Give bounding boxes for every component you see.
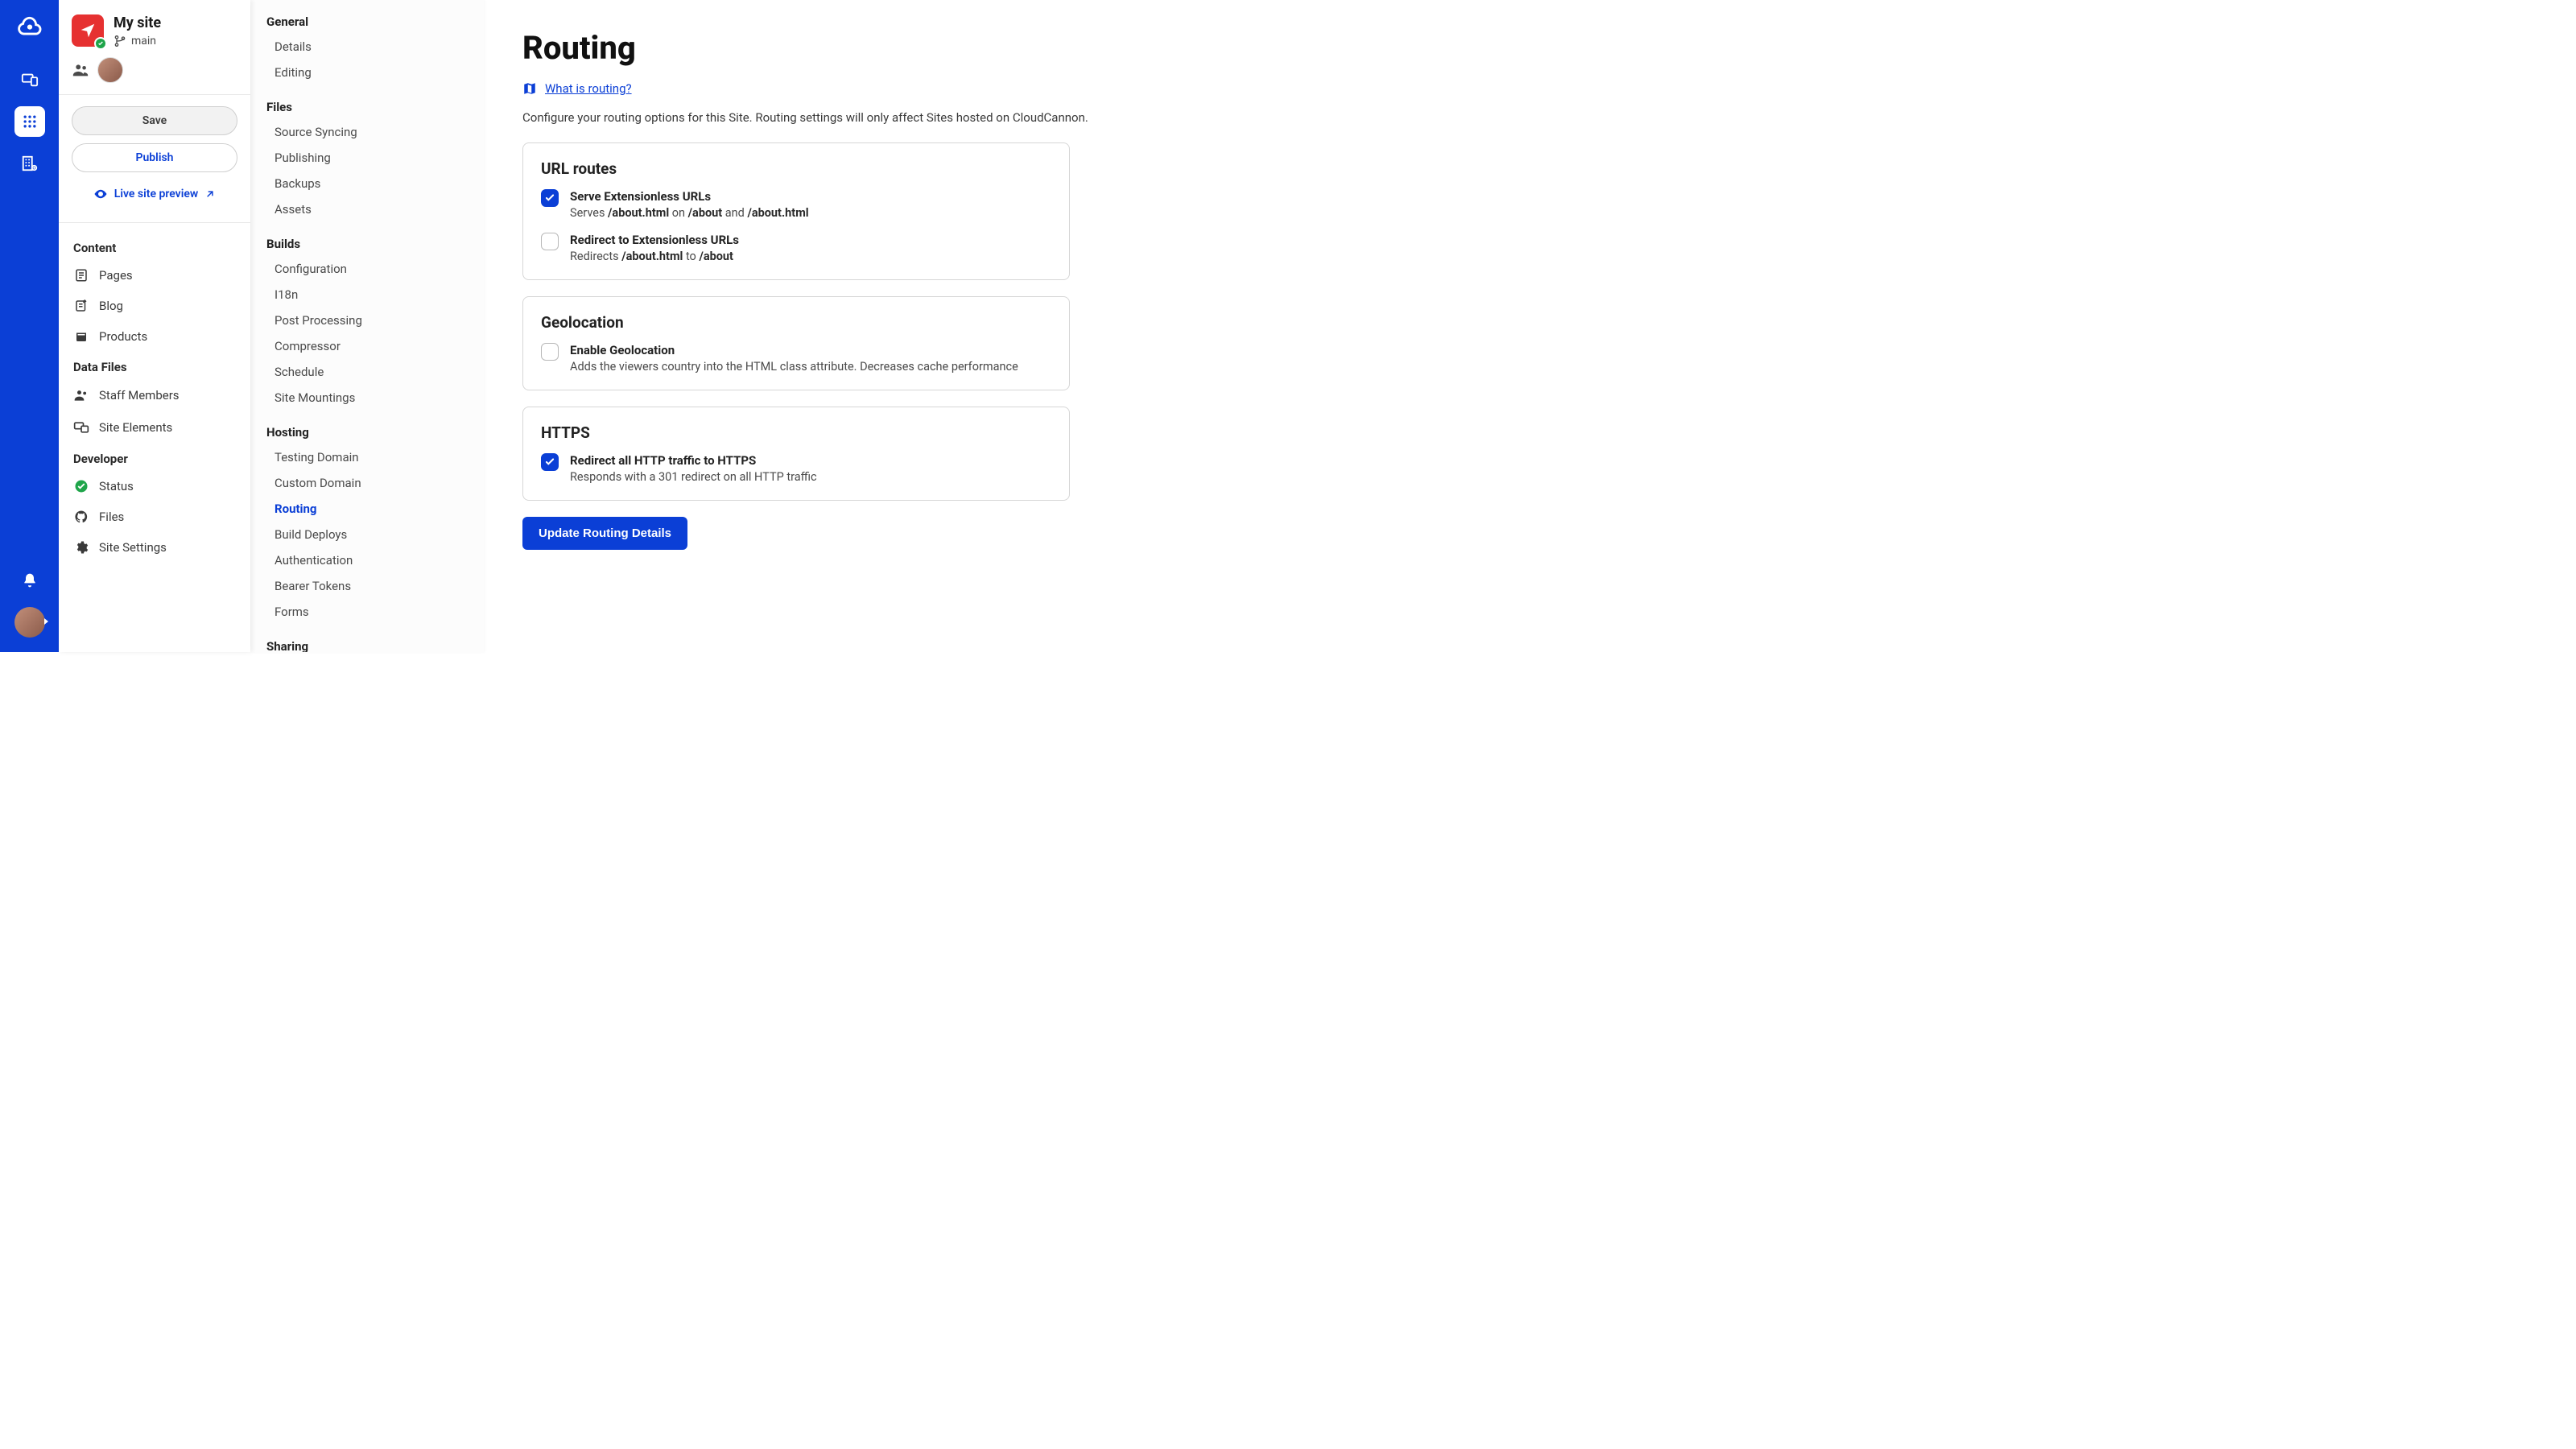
github-icon bbox=[73, 510, 89, 524]
branch-icon bbox=[114, 35, 126, 47]
nav-item-site-settings[interactable]: Site Settings bbox=[59, 532, 250, 563]
live-preview-label: Live site preview bbox=[114, 188, 198, 200]
site-panel: My site main Save Publish Live site prev… bbox=[59, 0, 250, 652]
nav-section-content: Content bbox=[59, 233, 250, 260]
nav-item-pages[interactable]: Pages bbox=[59, 260, 250, 291]
sp-item-post-processing[interactable]: Post Processing bbox=[266, 308, 468, 333]
rail-apps-icon[interactable] bbox=[14, 106, 45, 137]
site-icon[interactable] bbox=[72, 14, 104, 47]
nav-section-data: Data Files bbox=[59, 352, 250, 379]
map-icon bbox=[522, 81, 537, 96]
rail-devices-icon[interactable] bbox=[14, 64, 45, 95]
publish-button[interactable]: Publish bbox=[72, 143, 237, 172]
sp-item-compressor[interactable]: Compressor bbox=[266, 333, 468, 359]
sp-section-sharing: Sharing bbox=[266, 639, 468, 652]
sp-section-general: General bbox=[266, 14, 468, 29]
card-https: HTTPS Redirect all HTTP traffic to HTTPS… bbox=[522, 407, 1070, 501]
opt-label-redirect: Redirect to Extensionless URLs bbox=[570, 233, 739, 247]
save-button[interactable]: Save bbox=[72, 106, 237, 135]
app-rail bbox=[0, 0, 59, 652]
nav-item-site-elements[interactable]: Site Elements bbox=[59, 411, 250, 444]
sp-item-editing[interactable]: Editing bbox=[266, 60, 468, 85]
checkbox-https-redirect[interactable] bbox=[541, 453, 559, 471]
check-icon bbox=[544, 456, 555, 468]
card-title-https: HTTPS bbox=[541, 423, 1051, 442]
eye-icon bbox=[93, 187, 108, 201]
site-title: My site bbox=[114, 14, 161, 31]
sp-item-forms[interactable]: Forms bbox=[266, 599, 468, 625]
external-link-icon bbox=[204, 188, 216, 200]
opt-label-serve: Serve Extensionless URLs bbox=[570, 189, 809, 204]
sp-item-custom-domain[interactable]: Custom Domain bbox=[266, 470, 468, 496]
nav-item-products[interactable]: Products bbox=[59, 321, 250, 352]
nav-item-status[interactable]: Status bbox=[59, 471, 250, 502]
rail-user-avatar[interactable] bbox=[14, 607, 45, 638]
help-link[interactable]: What is routing? bbox=[522, 81, 1121, 96]
opt-desc-geolocation: Adds the viewers country into the HTML c… bbox=[570, 360, 1018, 374]
live-preview-link[interactable]: Live site preview bbox=[72, 180, 237, 214]
page-title: Routing bbox=[522, 29, 1121, 67]
sp-item-source-syncing[interactable]: Source Syncing bbox=[266, 119, 468, 145]
sp-item-schedule[interactable]: Schedule bbox=[266, 359, 468, 385]
status-icon bbox=[73, 479, 89, 493]
site-nav: Content Pages Blog Products Data Files S… bbox=[59, 223, 250, 579]
collaborator-avatar[interactable] bbox=[97, 57, 123, 83]
branch-indicator[interactable]: main bbox=[114, 35, 161, 47]
rail-org-icon[interactable] bbox=[14, 148, 45, 179]
card-title-geolocation: Geolocation bbox=[541, 313, 1051, 332]
collaborators-icon[interactable] bbox=[72, 61, 89, 79]
sp-item-publishing[interactable]: Publishing bbox=[266, 145, 468, 171]
sp-section-hosting: Hosting bbox=[266, 425, 468, 440]
status-badge-icon bbox=[94, 37, 107, 50]
page-icon bbox=[73, 268, 89, 283]
sp-item-authentication[interactable]: Authentication bbox=[266, 547, 468, 573]
intro-text: Configure your routing options for this … bbox=[522, 110, 1121, 125]
branch-name: main bbox=[131, 35, 156, 47]
card-url-routes: URL routes Serve Extensionless URLs Serv… bbox=[522, 142, 1070, 280]
staff-icon bbox=[73, 387, 89, 403]
opt-label-geolocation: Enable Geolocation bbox=[570, 343, 1018, 357]
rail-bell-icon[interactable] bbox=[14, 565, 45, 596]
checkbox-redirect-extless[interactable] bbox=[541, 233, 559, 250]
update-routing-button[interactable]: Update Routing Details bbox=[522, 517, 687, 550]
sp-item-build-deploys[interactable]: Build Deploys bbox=[266, 522, 468, 547]
card-title-url-routes: URL routes bbox=[541, 159, 1051, 178]
sp-item-bearer-tokens[interactable]: Bearer Tokens bbox=[266, 573, 468, 599]
blog-icon bbox=[73, 299, 89, 313]
products-icon bbox=[73, 329, 89, 344]
sp-item-assets[interactable]: Assets bbox=[266, 196, 468, 222]
settings-subnav: General Details Editing Files Source Syn… bbox=[250, 0, 484, 652]
nav-section-developer: Developer bbox=[59, 444, 250, 471]
sp-section-files: Files bbox=[266, 100, 468, 114]
sp-item-configuration[interactable]: Configuration bbox=[266, 256, 468, 282]
nav-item-blog[interactable]: Blog bbox=[59, 291, 250, 321]
sp-item-routing[interactable]: Routing bbox=[266, 496, 468, 522]
sp-item-i18n[interactable]: I18n bbox=[266, 282, 468, 308]
opt-desc-https: Responds with a 301 redirect on all HTTP… bbox=[570, 470, 817, 484]
sp-item-site-mountings[interactable]: Site Mountings bbox=[266, 385, 468, 411]
help-link-text: What is routing? bbox=[545, 81, 632, 96]
app-logo[interactable] bbox=[13, 11, 47, 45]
checkbox-serve-extless[interactable] bbox=[541, 189, 559, 207]
sp-item-testing-domain[interactable]: Testing Domain bbox=[266, 444, 468, 470]
check-icon bbox=[544, 192, 555, 204]
sp-item-backups[interactable]: Backups bbox=[266, 171, 468, 196]
checkbox-geolocation[interactable] bbox=[541, 343, 559, 361]
sp-section-builds: Builds bbox=[266, 237, 468, 251]
gear-icon bbox=[73, 540, 89, 555]
card-geolocation: Geolocation Enable Geolocation Adds the … bbox=[522, 296, 1070, 390]
nav-item-files[interactable]: Files bbox=[59, 502, 250, 532]
opt-desc-serve: Serves /about.html on /about and /about.… bbox=[570, 206, 809, 220]
elements-icon bbox=[73, 419, 89, 436]
nav-item-staff[interactable]: Staff Members bbox=[59, 379, 250, 411]
main-content: Routing What is routing? Configure your … bbox=[484, 0, 1159, 652]
sp-item-details[interactable]: Details bbox=[266, 34, 468, 60]
opt-label-https: Redirect all HTTP traffic to HTTPS bbox=[570, 453, 817, 468]
opt-desc-redirect: Redirects /about.html to /about bbox=[570, 250, 739, 263]
